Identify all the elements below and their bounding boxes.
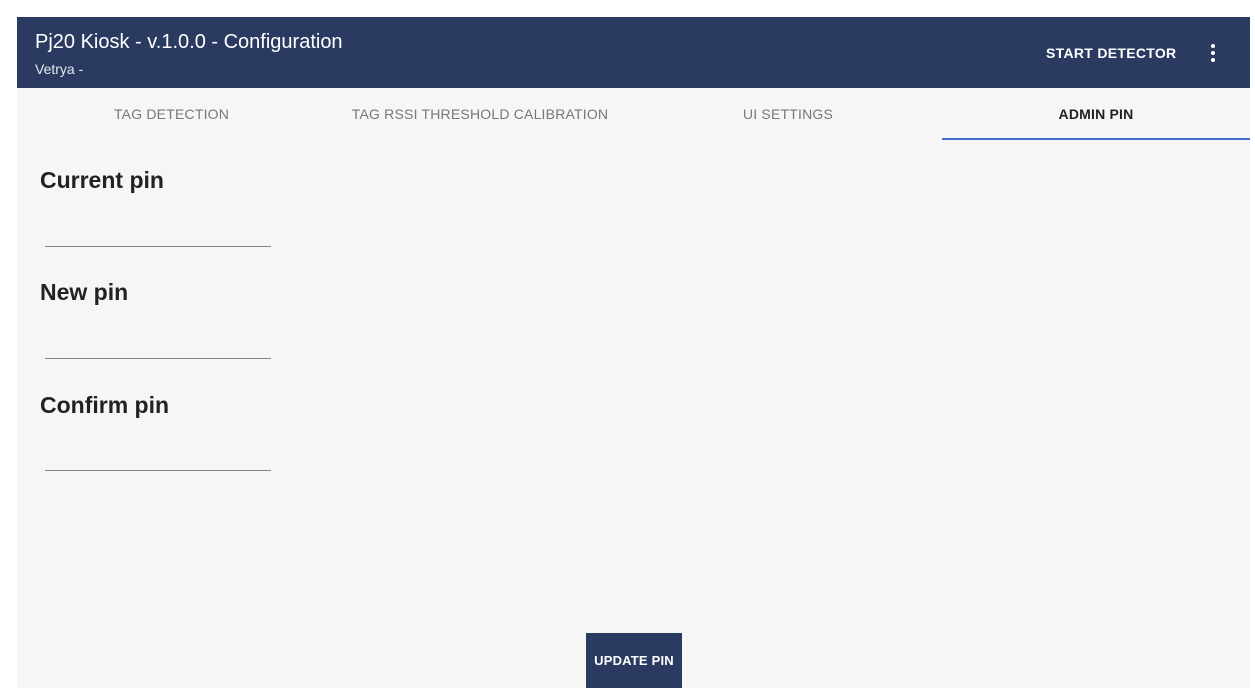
menu-dot	[1211, 44, 1215, 48]
tab-ui-settings[interactable]: UI SETTINGS	[634, 88, 942, 140]
app-bar: Pj20 Kiosk - v.1.0.0 - Configuration Vet…	[17, 17, 1250, 88]
tab-bar: TAG DETECTION TAG RSSI THRESHOLD CALIBRA…	[17, 88, 1250, 140]
tab-tag-detection[interactable]: TAG DETECTION	[17, 88, 326, 140]
tab-admin-pin[interactable]: ADMIN PIN	[942, 88, 1250, 140]
more-vert-icon[interactable]	[1203, 39, 1223, 67]
confirm-pin-label: Confirm pin	[40, 392, 170, 418]
app-title: Pj20 Kiosk - v.1.0.0 - Configuration	[35, 31, 343, 53]
start-detector-button[interactable]: START DETECTOR	[1042, 39, 1180, 67]
menu-dot	[1211, 58, 1215, 62]
current-pin-label: Current pin	[40, 167, 164, 193]
tab-tag-rssi-threshold-calibration[interactable]: TAG RSSI THRESHOLD CALIBRATION	[326, 88, 634, 140]
confirm-pin-input[interactable]	[45, 441, 271, 471]
current-pin-input[interactable]	[45, 217, 271, 247]
app-subtitle: Vetrya -	[35, 61, 84, 77]
new-pin-input[interactable]	[45, 329, 271, 359]
new-pin-label: New pin	[40, 279, 129, 305]
update-pin-button[interactable]: UPDATE PIN	[586, 633, 682, 688]
app-window: Pj20 Kiosk - v.1.0.0 - Configuration Vet…	[17, 17, 1250, 688]
menu-dot	[1211, 51, 1215, 55]
